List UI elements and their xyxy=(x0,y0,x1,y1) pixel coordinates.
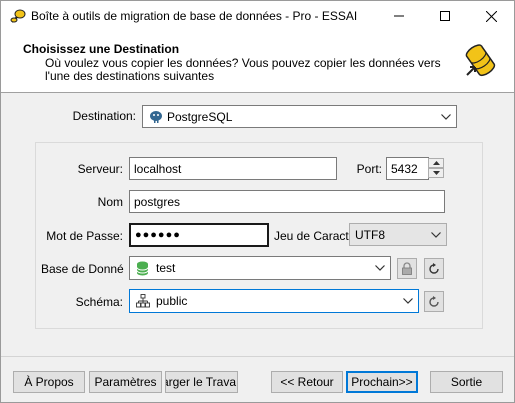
chevron-down-icon xyxy=(402,290,414,312)
wizard-header: Choisissez une Destination Où voulez vou… xyxy=(1,31,514,93)
name-input[interactable]: postgres xyxy=(129,190,445,213)
database-select[interactable]: test xyxy=(129,256,391,280)
postgresql-icon xyxy=(150,111,162,123)
page-description: Où voulez vous copier les données? Vous … xyxy=(45,56,441,83)
schema-select[interactable]: public xyxy=(129,289,419,313)
refresh-schema-button[interactable] xyxy=(424,291,444,312)
destination-select[interactable]: PostgreSQL xyxy=(142,105,457,128)
port-label: Port: xyxy=(356,162,382,176)
port-stepper[interactable] xyxy=(428,158,444,179)
server-input[interactable]: localhost xyxy=(129,157,337,180)
title-bar: Boîte à outils de migration de base de d… xyxy=(1,1,514,31)
minimize-button[interactable] xyxy=(376,1,422,31)
caret-up-icon xyxy=(432,161,440,165)
database-value: test xyxy=(156,261,176,275)
chevron-down-icon xyxy=(440,106,452,127)
destination-value: PostgreSQL xyxy=(167,109,233,124)
refresh-database-button[interactable] xyxy=(424,258,444,279)
close-icon xyxy=(485,10,497,22)
footer-separator xyxy=(1,356,514,357)
close-button[interactable] xyxy=(468,1,514,31)
window-title: Boîte à outils de migration de base de d… xyxy=(31,9,358,23)
maximize-button[interactable] xyxy=(422,1,468,31)
migration-logo-icon xyxy=(465,44,496,77)
caret-down-icon xyxy=(432,171,440,175)
password-input[interactable]: ●●●●●● xyxy=(129,223,269,247)
server-label: Serveur: xyxy=(77,162,123,176)
next-button[interactable]: Prochain>> xyxy=(346,371,418,393)
port-input[interactable]: 5432 xyxy=(386,157,429,180)
password-label: Mot de Passe: xyxy=(46,229,123,243)
settings-button[interactable]: Paramètres xyxy=(89,371,162,393)
database-icon xyxy=(136,261,149,276)
schema-tree-icon xyxy=(136,294,150,308)
database-label: Base de Donné xyxy=(41,262,124,276)
name-label: Nom xyxy=(97,195,123,209)
port-decrement-button[interactable] xyxy=(428,168,444,178)
maximize-icon xyxy=(440,11,450,21)
refresh-icon xyxy=(429,262,439,274)
page-title: Choisissez une Destination xyxy=(23,42,180,56)
refresh-icon xyxy=(429,295,439,307)
app-icon xyxy=(10,9,26,23)
exit-button[interactable]: Sortie xyxy=(430,371,503,393)
lock-icon xyxy=(402,262,412,275)
about-button[interactable]: À Propos xyxy=(13,371,85,393)
destination-label: Destination: xyxy=(72,109,136,123)
load-job-button[interactable]: harger le Trava xyxy=(165,371,238,393)
schema-label: Schéma: xyxy=(75,295,123,309)
charset-select[interactable]: UTF8 xyxy=(349,223,447,246)
port-increment-button[interactable] xyxy=(428,158,444,168)
charset-value: UTF8 xyxy=(355,227,385,242)
minimize-icon xyxy=(394,15,404,17)
schema-value: public xyxy=(156,294,188,308)
chevron-down-icon xyxy=(374,257,386,279)
main-window: Boîte à outils de migration de base de d… xyxy=(0,0,515,403)
chevron-down-icon xyxy=(430,224,442,245)
back-button[interactable]: << Retour xyxy=(271,371,343,393)
charset-label: Jeu de Caract xyxy=(274,229,349,243)
lock-button[interactable] xyxy=(397,258,417,279)
